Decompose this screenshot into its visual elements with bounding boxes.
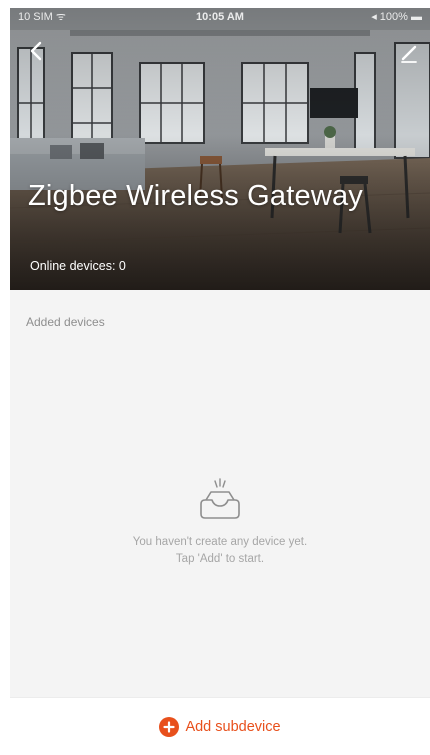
empty-state: You haven't create any device yet. Tap '… [10, 478, 430, 568]
empty-message-line-1: You haven't create any device yet. [132, 536, 308, 548]
bottom-action-bar: Add subdevice [10, 697, 430, 755]
back-button[interactable] [22, 36, 52, 66]
status-bar: 10 SIM ᯤ 10:05 AM ◂ 100% ▬ [10, 8, 430, 26]
add-subdevice-button[interactable]: Add subdevice [10, 698, 430, 755]
app-screen: 10 SIM ᯤ 10:05 AM ◂ 100% ▬ Zigbee Wirele… [10, 8, 430, 755]
empty-message-line-2: Tap 'Add' to start. [175, 553, 265, 565]
empty-tray-icon [200, 478, 240, 519]
gateway-title: Zigbee Wireless Gateway [28, 180, 363, 212]
header-banner: 10 SIM ᯤ 10:05 AM ◂ 100% ▬ Zigbee Wirele… [10, 8, 430, 290]
chevron-left-icon [30, 41, 42, 61]
battery-indicator: ◂ 100% ▬ [371, 11, 422, 23]
edit-button[interactable] [394, 38, 424, 68]
add-subdevice-label: Add subdevice [185, 719, 281, 735]
plus-circle-icon [159, 717, 180, 737]
pencil-icon [401, 45, 417, 63]
added-devices-label: Added devices [26, 315, 105, 329]
status-time: 10:05 AM [196, 11, 244, 23]
online-devices-count: Online devices: 0 [30, 259, 126, 273]
room-background-image [10, 8, 430, 290]
